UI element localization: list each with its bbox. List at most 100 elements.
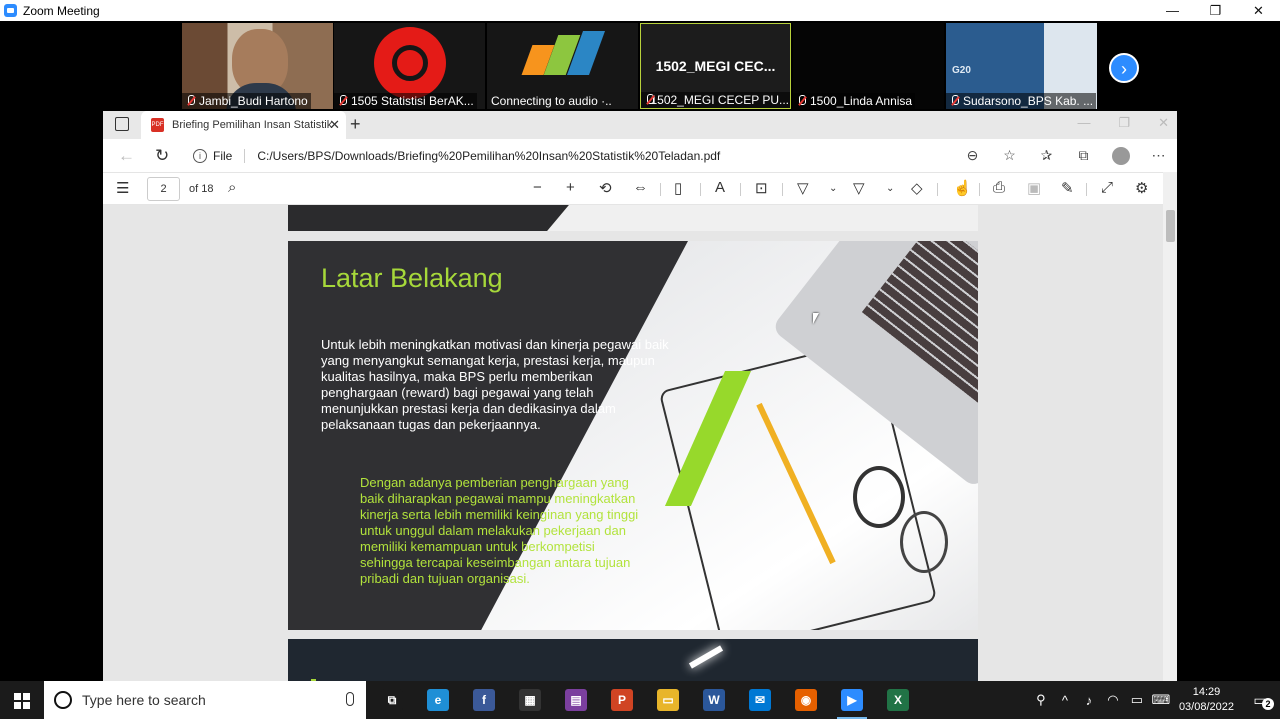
rotate-icon[interactable]: ⟲ [599,179,612,197]
more-options-icon[interactable]: ⋯ [1140,147,1177,164]
contents-icon[interactable]: ☰ [116,179,129,197]
participant-name: Connecting to audio ·.. [491,94,612,108]
participant-tile-active-speaker[interactable]: 1502_MEGI CEC... 1502_MEGI CECEP PU... [640,23,791,109]
tab-title: Briefing Pemilihan Insan Statistik [172,119,333,131]
erase-icon[interactable]: ◇ [911,179,923,197]
people-icon[interactable]: ⚲ [1029,692,1053,708]
back-arrow-icon[interactable]: ← [118,146,135,166]
url-field[interactable]: i File C:/Users/BPS/Downloads/Briefing%2… [193,143,993,169]
search-icon[interactable]: ⌕ [228,179,236,196]
zoom-out-icon[interactable]: ⊖ [954,147,991,164]
collections-icon[interactable]: ⧉ [1065,147,1102,164]
participant-tile[interactable]: Jambi_Budi Hartono [182,23,333,109]
participant-tile[interactable]: G20 Sudarsono_BPS Kab. ... [946,23,1097,109]
page-number-input[interactable]: 2 [147,177,180,201]
close-button[interactable]: ✕ [1237,0,1280,21]
next-slide [288,639,978,681]
info-icon[interactable]: i [193,149,207,163]
mouse-cursor-icon [813,313,819,324]
zoom-title-bar: Zoom Meeting — ❐ ✕ [0,0,1280,21]
taskbar-app-task-view[interactable]: ⧉ [369,681,415,719]
participant-name: Jambi_Budi Hartono [199,94,308,108]
battery-icon[interactable]: ▭ [1125,692,1149,708]
taskbar-app-powerpoint[interactable]: P [599,681,645,719]
refresh-icon[interactable]: ↻ [155,146,169,166]
save-icon[interactable]: ▣ [1027,179,1041,197]
profile-avatar[interactable] [1112,146,1130,165]
next-page-icon[interactable]: › [1109,53,1139,83]
print-icon[interactable]: ⎙ [993,179,1005,196]
settings-gear-icon[interactable]: ⚙ [1135,179,1148,197]
keyboard-icon[interactable]: ⌨ [1149,692,1173,708]
zoom-out-pdf-icon[interactable]: − [533,179,542,196]
tab-actions-icon[interactable] [115,117,129,131]
start-windows-icon[interactable] [0,681,44,719]
clock-date: 03/08/2022 [1178,701,1234,713]
draw-icon[interactable]: ▽ [797,179,809,197]
taskbar-app-word[interactable]: W [691,681,737,719]
add-favorite-icon[interactable]: ☆ [991,147,1028,164]
slide-paragraph-2: Dengan adanya pemberian penghargaan yang… [360,475,639,586]
powerpoint-icon: P [611,689,633,711]
participant-tile[interactable]: Connecting to audio ·.. [487,23,638,109]
wifi-icon[interactable]: ◠ [1101,692,1125,708]
notifications-icon[interactable]: ▭ 2 [1248,692,1274,710]
show-hidden-icons-chevron-icon[interactable]: ^ [1053,693,1077,708]
taskbar-app-facebook[interactable]: f [461,681,507,719]
bps-logo-icon [521,31,606,89]
file-label: File [213,149,233,163]
fullscreen-icon[interactable]: ⤢ [1101,179,1113,196]
zoom-in-pdf-icon[interactable]: + [566,179,575,196]
previous-slide [288,205,978,231]
window-title: Zoom Meeting [23,3,100,18]
fit-page-icon[interactable]: ⇔ [633,179,648,196]
glasses-image [853,466,905,528]
taskbar-app-firefox[interactable]: ◉ [783,681,829,719]
edge-icon: e [427,689,449,711]
taskbar-app-zoom[interactable]: ▶ [829,681,875,719]
pdf-toolbar: ☰ 2 of 18 ⌕ − + ⟲ ⇔ ▯ A ⊡ ▽ ⌄ ▽ ⌄ ◇ ☝ ⎙ … [103,172,1177,205]
taskbar-app-store[interactable]: ▦ [507,681,553,719]
notification-count: 2 [1262,697,1274,710]
tab-bar: PDF Briefing Pemilihan Insan Statistik ✕… [103,111,1177,139]
pdf-icon: PDF [151,118,164,132]
read-aloud-icon[interactable]: A [715,179,725,196]
slide-latar-belakang: Latar Belakang Untuk lebih meningkatkan … [288,241,978,630]
page-view-icon[interactable]: ▯ [674,179,682,197]
url-text[interactable]: C:/Users/BPS/Downloads/Briefing%20Pemili… [257,149,720,163]
scrollbar-thumb[interactable] [1166,210,1175,242]
close-tab-icon[interactable]: ✕ [329,117,340,133]
favorites-icon[interactable]: ✰ [1028,147,1065,164]
highlight-options-chevron-icon[interactable]: ⌄ [886,183,894,194]
browser-close-icon[interactable]: ✕ [1158,115,1169,131]
minimize-button[interactable]: — [1151,0,1194,21]
taskbar-search-box[interactable]: Type here to search [44,681,366,719]
save-as-icon[interactable]: ✎ [1061,179,1074,197]
add-text-icon[interactable]: ⊡ [755,179,768,197]
muted-mic-icon [338,95,347,107]
store-icon: ▦ [519,689,541,711]
slide-title: Latar Belakang [321,263,503,293]
vertical-scrollbar[interactable] [1163,172,1177,681]
taskbar-app-excel[interactable]: X [875,681,921,719]
participant-tile[interactable]: 1500_Linda Annisa [793,23,944,109]
restore-button[interactable]: ❐ [1194,0,1237,21]
participant-name: 1500_Linda Annisa [810,94,913,108]
browser-minimize-icon[interactable]: — [1077,115,1090,131]
clock[interactable]: 14:29 03/08/2022 [1179,685,1234,715]
taskbar-app-winrar[interactable]: ▤ [553,681,599,719]
taskbar-app-edge[interactable]: e [415,681,461,719]
taskbar-app-file-explorer[interactable]: ▭ [645,681,691,719]
new-tab-icon[interactable]: + [350,114,361,135]
draw-options-chevron-icon[interactable]: ⌄ [829,183,837,194]
volume-icon[interactable]: ♪ [1077,693,1101,708]
browser-restore-icon[interactable]: ❐ [1118,115,1130,131]
highlight-icon[interactable]: ▽ [853,179,865,197]
taskbar-app-mail[interactable]: ✉ [737,681,783,719]
participant-tile[interactable]: 1505 Statistisi BerAK... [334,23,485,109]
browser-tab[interactable]: PDF Briefing Pemilihan Insan Statistik ✕ [141,111,346,139]
microphone-icon[interactable] [346,692,354,706]
pdf-viewer[interactable]: Latar Belakang Untuk lebih meningkatkan … [103,205,1177,681]
touch-icon[interactable]: ☝ [953,179,972,197]
mail-icon: ✉ [749,689,771,711]
